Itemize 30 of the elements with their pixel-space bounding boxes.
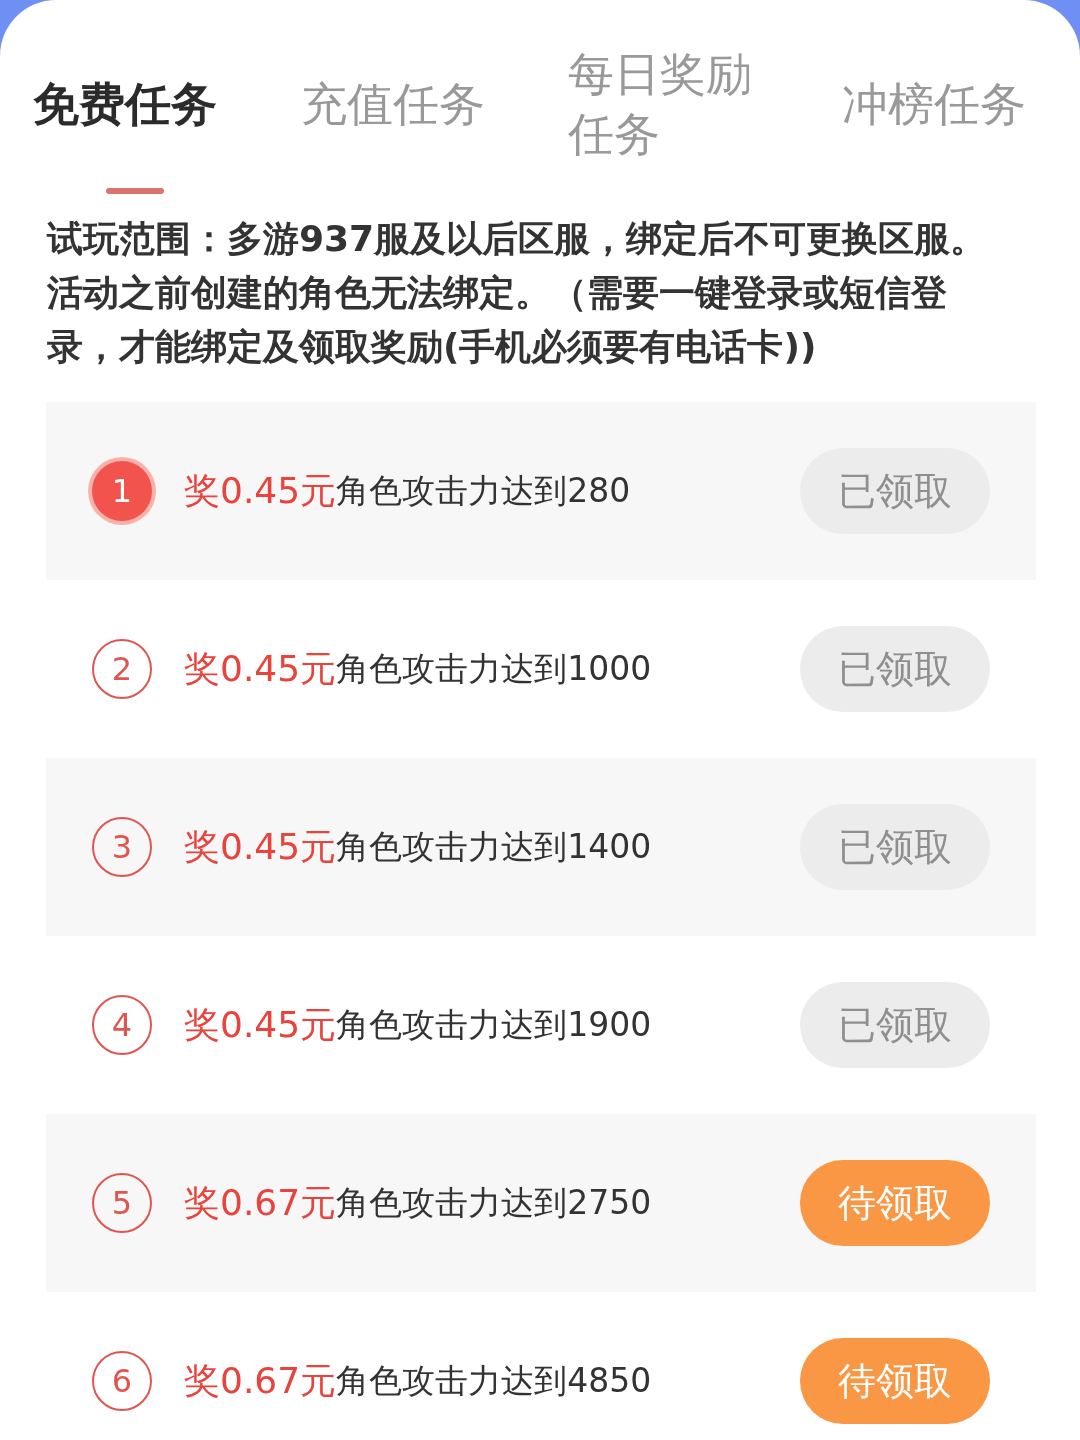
tab[interactable]: 充值任务 [301,74,568,134]
claim-button[interactable]: 已领取 [800,626,990,712]
task-condition: 角色攻击力达到1900 [336,1003,653,1046]
task-condition: 角色攻击力达到4850 [336,1359,653,1402]
claim-button[interactable]: 已领取 [800,448,990,534]
number-badge: 1 [92,461,152,521]
task-condition: 角色攻击力达到1000 [336,647,653,690]
reward-amount: 奖0.45元 [184,824,337,869]
claim-button[interactable]: 已领取 [800,804,990,890]
reward-amount: 奖0.45元 [184,468,337,513]
tab[interactable]: 冲榜任务 [841,74,1080,134]
number-badge: 6 [92,1351,152,1411]
number-badge: 2 [92,639,152,699]
tab[interactable]: 免费任务 [33,74,302,134]
number-badge: 5 [92,1173,152,1233]
number-badge: 3 [92,817,152,877]
task-condition: 角色攻击力达到1400 [336,825,653,868]
reward-amount: 奖0.67元 [184,1180,337,1225]
description-text: 试玩范围：多游937服及以后区服，绑定后不可更换区服。活动之前创建的角色无法绑定。（需要一键登录或短信登录，才能绑定及领取奖励(手机必须要有电话卡)) [47,217,988,369]
claim-button[interactable]: 待领取 [800,1338,990,1424]
tab[interactable]: 每日奖励任务 [567,44,778,164]
task-condition: 角色攻击力达到280 [336,469,632,512]
reward-amount: 奖0.67元 [184,1358,337,1403]
claim-button[interactable]: 已领取 [800,982,990,1068]
task-condition: 角色攻击力达到2750 [336,1181,653,1224]
reward-amount: 奖0.45元 [184,1002,337,1047]
number-badge: 4 [92,995,152,1055]
tab-indicator [106,188,164,194]
reward-amount: 奖0.45元 [184,646,337,691]
claim-button[interactable]: 待领取 [800,1160,990,1246]
